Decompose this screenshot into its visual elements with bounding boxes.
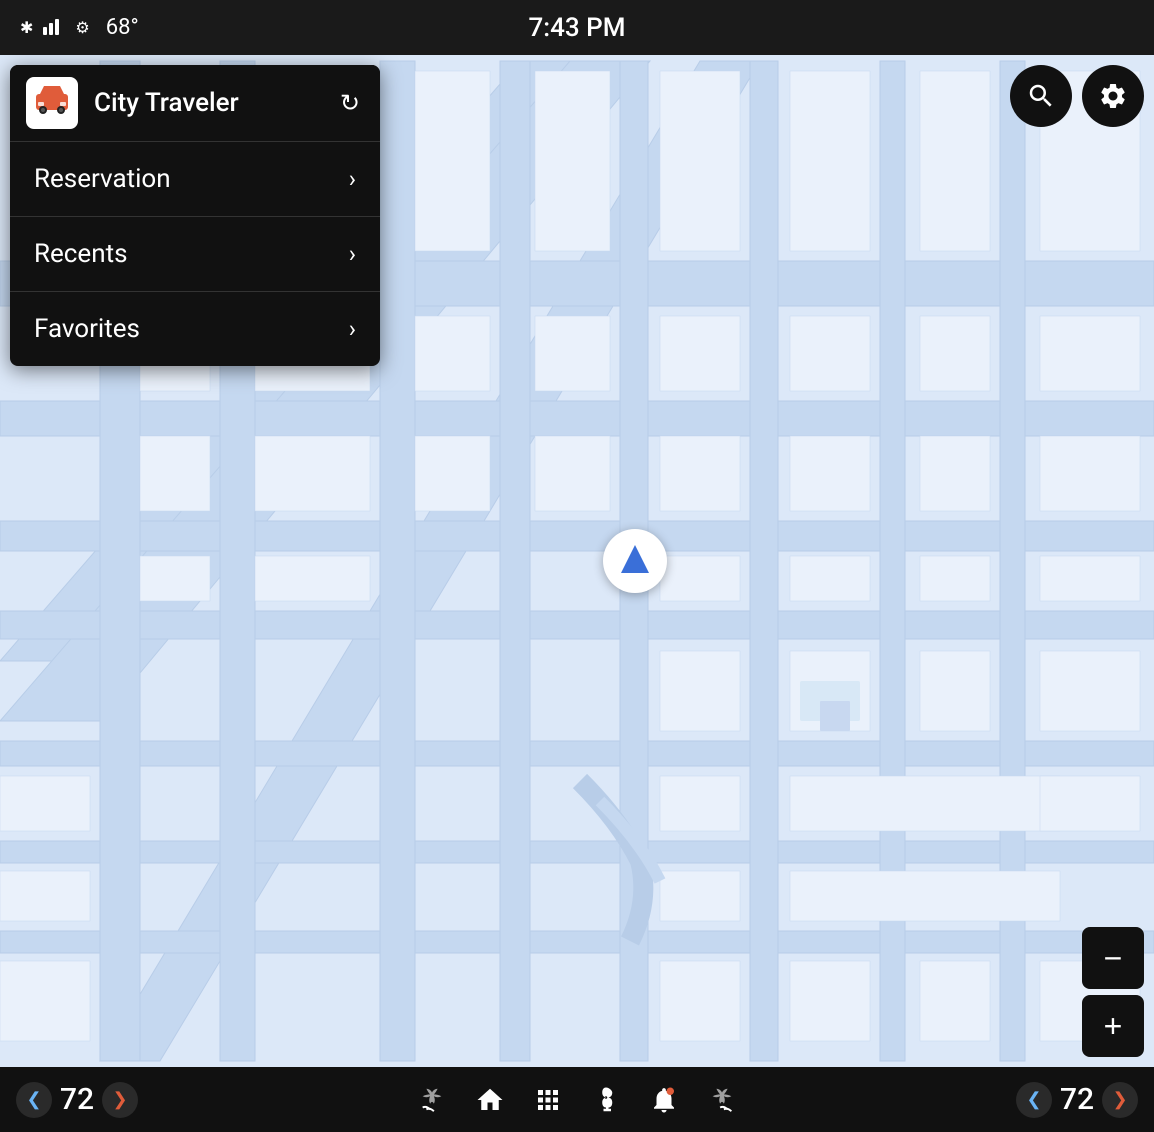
right-decrease-arrow-icon: ❮	[1026, 1089, 1041, 1110]
left-temp-decrease-button[interactable]: ❮	[16, 1082, 52, 1118]
status-temperature: 68°	[106, 15, 139, 40]
location-circle	[603, 529, 667, 593]
right-arrow-icon: ❯	[112, 1089, 127, 1110]
fan-heat-left-icon[interactable]	[417, 1085, 447, 1115]
zoom-out-button[interactable]: −	[1082, 927, 1144, 989]
location-marker	[603, 529, 667, 593]
navigation-arrow-icon	[621, 545, 649, 573]
left-temperature-value: 72	[56, 1082, 98, 1117]
reservation-label: Reservation	[34, 164, 171, 194]
search-button[interactable]	[1010, 65, 1072, 127]
bottom-center-icons	[417, 1085, 737, 1115]
status-time: 7:43 PM	[529, 13, 626, 43]
right-temp-control: ❮ 72 ❯	[1016, 1082, 1138, 1118]
seat-heat-right-icon[interactable]	[707, 1085, 737, 1115]
gear-icon	[1098, 81, 1128, 111]
app-panel: City Traveler ↻ Reservation › Recents › …	[10, 65, 380, 366]
status-bar-left: ✱ ⚙ 68°	[20, 15, 139, 40]
reservation-menu-item[interactable]: Reservation ›	[10, 142, 380, 217]
zoom-controls: − +	[1082, 927, 1144, 1057]
zoom-in-button[interactable]: +	[1082, 995, 1144, 1057]
reservation-chevron-icon: ›	[349, 165, 356, 193]
right-temp-increase-button[interactable]: ❯	[1102, 1082, 1138, 1118]
left-temp-control: ❮ 72 ❯	[16, 1082, 138, 1118]
settings-button[interactable]	[1082, 65, 1144, 127]
bluetooth-icon: ✱	[20, 18, 33, 37]
car-icon	[34, 82, 70, 125]
recents-menu-item[interactable]: Recents ›	[10, 217, 380, 292]
apps-grid-icon[interactable]	[533, 1085, 563, 1115]
app-header: City Traveler ↻	[10, 65, 380, 142]
settings-status-icon: ⚙	[75, 18, 89, 37]
bottom-bar: ❮ 72 ❯	[0, 1067, 1154, 1132]
top-right-buttons	[1010, 65, 1144, 127]
favorites-label: Favorites	[34, 314, 140, 344]
favorites-chevron-icon: ›	[349, 315, 356, 343]
left-arrow-icon: ❮	[26, 1089, 41, 1110]
right-temperature-value: 72	[1056, 1082, 1098, 1117]
left-temp-increase-button[interactable]: ❯	[102, 1082, 138, 1118]
right-temp-decrease-button[interactable]: ❮	[1016, 1082, 1052, 1118]
signal-icon	[43, 17, 65, 39]
app-icon-box	[26, 77, 78, 129]
right-increase-arrow-icon: ❯	[1112, 1089, 1127, 1110]
home-icon[interactable]	[475, 1085, 505, 1115]
fan-icon[interactable]	[591, 1085, 621, 1115]
recents-label: Recents	[34, 239, 128, 269]
refresh-button[interactable]: ↻	[336, 85, 364, 122]
notification-icon[interactable]	[649, 1085, 679, 1115]
favorites-menu-item[interactable]: Favorites ›	[10, 292, 380, 366]
status-bar: ✱ ⚙ 68° 7:43 PM	[0, 0, 1154, 55]
search-icon	[1026, 81, 1056, 111]
app-title: City Traveler	[94, 88, 336, 118]
recents-chevron-icon: ›	[349, 240, 356, 268]
map-area[interactable]: City Traveler ↻ Reservation › Recents › …	[0, 55, 1154, 1067]
